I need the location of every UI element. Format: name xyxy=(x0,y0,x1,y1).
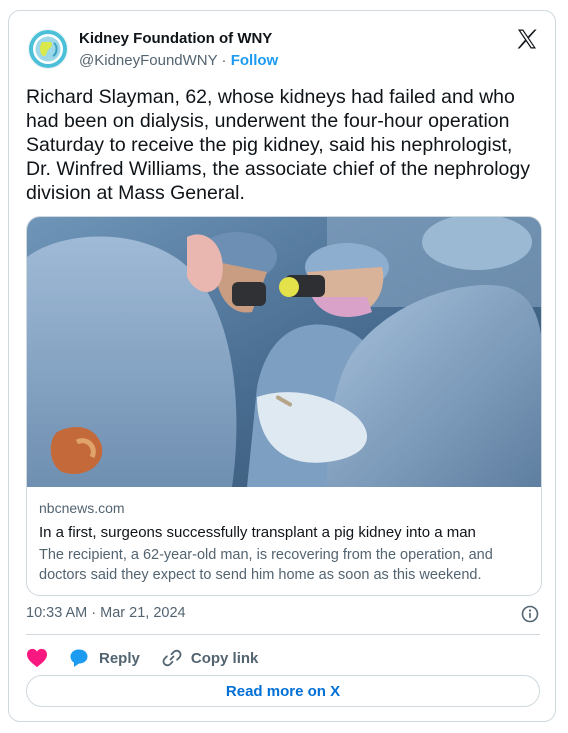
author-handle-row: @KidneyFoundWNY · Follow xyxy=(79,52,278,69)
tweet-timestamp[interactable]: 10:33 AM · Mar 21, 2024 xyxy=(26,605,186,621)
divider xyxy=(26,634,540,635)
link-meta: nbcnews.com In a first, surgeons success… xyxy=(39,499,529,585)
reply-label: Reply xyxy=(99,649,140,667)
tweet-card: Kidney Foundation of WNY @KidneyFoundWNY… xyxy=(8,10,556,722)
kidney-foundation-logo xyxy=(28,29,68,69)
author-handle[interactable]: @KidneyFoundWNY xyxy=(79,52,217,69)
link-icon xyxy=(162,649,182,667)
link-preview-card[interactable]: nbcnews.com In a first, surgeons success… xyxy=(26,216,542,596)
like-button[interactable] xyxy=(26,648,48,668)
reply-bubble-icon xyxy=(70,649,88,667)
reply-button[interactable]: Reply xyxy=(69,648,140,668)
copy-link-button[interactable]: Copy link xyxy=(162,648,259,668)
follow-button[interactable]: Follow xyxy=(231,52,279,69)
tweet-text: Richard Slayman, 62, whose kidneys had f… xyxy=(26,86,530,204)
info-icon[interactable] xyxy=(521,605,539,623)
action-bar: Reply Copy link xyxy=(26,645,258,671)
avatar[interactable] xyxy=(28,29,68,69)
read-more-button[interactable]: Read more on X xyxy=(26,675,540,707)
link-domain: nbcnews.com xyxy=(39,500,125,516)
copy-link-label: Copy link xyxy=(190,649,259,667)
link-headline[interactable]: In a first, surgeons successfully transp… xyxy=(39,523,529,543)
link-description: The recipient, a 62-year-old man, is rec… xyxy=(39,547,493,583)
x-logo-icon[interactable] xyxy=(515,27,539,51)
surgery-photo xyxy=(27,217,541,487)
author-name[interactable]: Kidney Foundation of WNY xyxy=(79,30,272,47)
heart-icon xyxy=(27,648,47,668)
separator-dot: · xyxy=(221,52,227,69)
